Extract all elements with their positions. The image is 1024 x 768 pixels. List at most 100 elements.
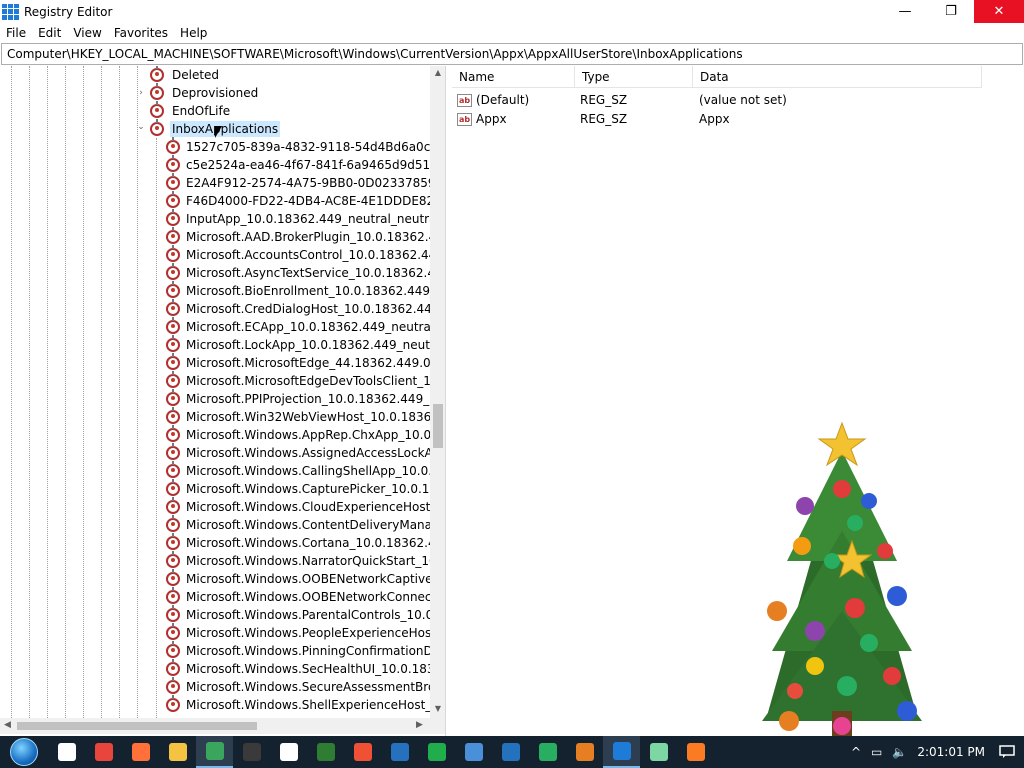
tree-key-item[interactable]: Microsoft.Windows.ShellExperienceHost_10… [166,695,430,714]
tree-vertical-scrollbar[interactable]: ▲ ▼ [430,66,445,718]
tree-key-item[interactable]: InputApp_10.0.18362.449_neutral_neutral_… [166,209,430,228]
taskbar-app-button[interactable] [603,736,640,768]
tree-key-item[interactable]: Microsoft.Windows.SecHealthUI_10.0.18362… [166,659,430,678]
registry-key-icon [166,623,180,640]
registry-key-icon [166,155,180,172]
tree-key-item[interactable]: Microsoft.Windows.NarratorQuickStart_10.… [166,551,430,570]
tree-key-item[interactable]: Microsoft.Windows.CallingShellApp_10.0.1… [166,461,430,480]
minimize-button[interactable]: — [882,0,928,23]
scroll-left-arrow-icon[interactable]: ◀ [4,720,11,730]
taskbar-app-button[interactable] [566,736,603,768]
tree-key-label: Microsoft.MicrosoftEdge_44.18362.449.0_n… [186,356,430,370]
tree-key-label: Microsoft.Windows.NarratorQuickStart_10.… [186,554,430,568]
tree-vertical-scroll-thumb[interactable] [433,404,443,448]
tree-key-item[interactable]: Microsoft.Windows.PeopleExperienceHost_1… [166,623,430,642]
registry-editor-icon [612,742,631,760]
taskbar-app-button[interactable] [270,736,307,768]
tree-horizontal-scrollbar[interactable]: ◀ ▶ [0,718,430,734]
close-button[interactable]: ✕ [974,0,1024,23]
taskbar-app-button[interactable] [381,736,418,768]
tree-horizontal-scroll-thumb[interactable] [17,722,257,730]
scroll-down-arrow-icon[interactable]: ▼ [430,704,445,713]
network-icon[interactable]: ▭ [866,745,887,759]
tray-chevron-icon[interactable]: ^ [846,745,866,759]
taskbar-app-button[interactable] [640,736,677,768]
tree-key-item[interactable]: Microsoft.Windows.CloudExperienceHost_10… [166,497,430,516]
tree-key-label: Microsoft.Windows.ShellExperienceHost_10… [186,698,430,712]
value-row[interactable]: ab (Default) REG_SZ (value not set) [457,91,787,109]
tree-key-item[interactable]: Microsoft.Windows.ContentDeliveryManager… [166,515,430,534]
network-app-icon [205,742,224,760]
tree-key-item[interactable]: Microsoft.MicrosoftEdgeDevToolsClient_10… [166,371,430,390]
tree-key-item[interactable]: Microsoft.Windows.AppRep.ChxApp_10.0.183… [166,425,430,444]
notepad-icon [649,743,668,761]
expand-arrow-icon[interactable]: › [136,88,146,98]
tree-key-item[interactable]: E2A4F912-2574-4A75-9BB0-0D023378592B_10.… [166,173,430,192]
tree-key-item[interactable]: Microsoft.PPIProjection_10.0.18362.449_n… [166,389,430,408]
scroll-up-arrow-icon[interactable]: ▲ [430,68,445,77]
menu-file[interactable]: File [0,26,32,40]
tree-key-label: E2A4F912-2574-4A75-9BB0-0D023378592B_10.… [186,176,430,190]
tree-key-item[interactable]: Microsoft.BioEnrollment_10.0.18362.449_n… [166,281,430,300]
tree-key-item[interactable]: Microsoft.Windows.PinningConfirmationDia… [166,641,430,660]
tree-key-item[interactable]: c5e2524a-ea46-4f67-841f-6a9465d9d515_10.… [166,155,430,174]
column-name[interactable]: Name [452,66,575,87]
tree-key-item[interactable]: Microsoft.Windows.ParentalControls_10.0.… [166,605,430,624]
tree-key-item[interactable]: Microsoft.Windows.OOBENetworkConnection [166,587,430,606]
maximize-button[interactable]: ❐ [928,0,974,23]
tree-key-item[interactable]: Microsoft.ECApp_10.0.18362.449_neutral_n… [166,317,430,336]
taskbar-app-button[interactable] [307,736,344,768]
tiles-icon [575,743,594,761]
taskbar-app-button[interactable] [529,736,566,768]
tree-key-item[interactable]: Microsoft.Win32WebViewHost_10.0.18362.44… [166,407,430,426]
tree-key-item[interactable]: F46D4000-FD22-4DB4-AC8E-4E1DDDE828FE_10 [166,191,430,210]
powershell-icon [390,743,409,761]
tree-key-item[interactable]: Microsoft.AccountsControl_10.0.18362.449… [166,245,430,264]
collapse-arrow-icon[interactable]: ⌄ [136,122,146,132]
value-row[interactable]: ab Appx REG_SZ Appx [457,110,730,128]
menu-favorites[interactable]: Favorites [108,26,174,40]
tree-key-label: Microsoft.Windows.ContentDeliveryManager… [186,518,430,532]
tree-key-label: Microsoft.Windows.AppRep.ChxApp_10.0.183… [186,428,430,442]
tree-key-item[interactable]: 1527c705-839a-4832-9118-54d4Bd6a0c89_10.… [166,137,430,156]
tree-key-item[interactable]: Microsoft.AAD.BrokerPlugin_10.0.18362.44… [166,227,430,246]
menu-help[interactable]: Help [174,26,213,40]
scroll-right-arrow-icon[interactable]: ▶ [416,720,423,730]
start-button[interactable] [0,736,48,768]
tree-key-item[interactable]: Microsoft.Windows.OOBENetworkCaptivePort [166,569,430,588]
address-bar[interactable]: Computer\HKEY_LOCAL_MACHINE\SOFTWARE\Mic… [1,43,1023,65]
taskbar-app-button[interactable] [344,736,381,768]
tree-key-item[interactable]: Microsoft.Windows.SecureAssessmentBrowse… [166,677,430,696]
taskbar-app-button[interactable] [85,736,122,768]
taskbar-app-button[interactable] [455,736,492,768]
column-data[interactable]: Data [693,66,982,87]
menu-edit[interactable]: Edit [32,26,67,40]
taskbar-app-button[interactable] [233,736,270,768]
tree-key-item[interactable]: Microsoft.MicrosoftEdge_44.18362.449.0_n… [166,353,430,372]
tree-key-item[interactable]: EndOfLife [150,101,232,120]
action-center-button[interactable] [990,736,1024,768]
taskbar-app-button[interactable] [196,736,233,768]
volume-icon[interactable]: 🔈 [887,745,912,759]
menu-view[interactable]: View [67,26,107,40]
tree-key-item[interactable]: Microsoft.AsyncTextService_10.0.18362.44… [166,263,430,282]
column-type[interactable]: Type [575,66,693,87]
tree-key-item[interactable]: Microsoft.LockApp_10.0.18362.449_neutral… [166,335,430,354]
tree-key-item[interactable]: Microsoft.Windows.AssignedAccessLockApp_ [166,443,430,462]
taskbar-app-button[interactable] [48,736,85,768]
tree-key-label: InputApp_10.0.18362.449_neutral_neutral_… [186,212,430,226]
registry-key-icon [166,371,180,388]
taskbar-app-button[interactable] [677,736,714,768]
taskbar-app-button[interactable] [159,736,196,768]
tree-key-item[interactable]: Microsoft.CredDialogHost_10.0.18362.449_… [166,299,430,318]
tree-key-item[interactable]: Deprovisioned [150,83,260,102]
clock[interactable]: 2:01:01 PM [912,745,990,759]
taskbar-app-button[interactable] [492,736,529,768]
taskbar-app-button[interactable] [122,736,159,768]
tree-key-item[interactable]: Deleted [150,66,221,84]
registry-key-icon [166,137,180,154]
tree-key-item[interactable]: Microsoft.Windows.CapturePicker_10.0.183… [166,479,430,498]
value-name: Appx [476,112,507,126]
taskbar-app-button[interactable] [418,736,455,768]
tree-key-item[interactable]: Microsoft.Windows.Cortana_10.0.18362.449… [166,533,430,552]
